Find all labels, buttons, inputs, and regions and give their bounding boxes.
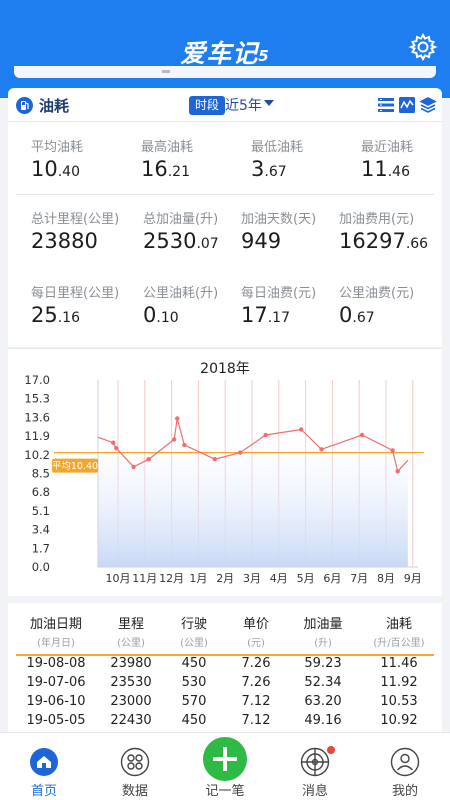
chart-svg[interactable]: 2018年 17.0 15.3 13.6 11.9 10.2 8.5 6.8 5.1 3.4 1.7… (8, 349, 442, 597)
chevron-down-icon[interactable] (264, 100, 274, 106)
data-point (319, 447, 324, 452)
data-point (212, 457, 218, 462)
notification-dot (327, 746, 335, 754)
stat-km-fuel: 公里油耗(升) 0.10 (143, 286, 219, 327)
y-tick-label: 13.6 (24, 410, 50, 424)
data-point (390, 448, 395, 453)
data-point (175, 416, 180, 421)
app-header: 爱车记5 (0, 0, 450, 98)
consumption-chart[interactable]: 2018年 17.0 15.3 13.6 11.9 10.2 8.5 6.8 5.1 3.4 1.7… (8, 348, 442, 596)
radar-icon (300, 747, 330, 777)
x-tick-label: 4月 (270, 572, 288, 585)
stat-total-mileage: 总计里程(公里) 23880 (31, 212, 120, 253)
section-title: 油耗 (39, 97, 70, 115)
fuel-section-header: 油耗 时段 近5年 (8, 88, 442, 122)
layers-icon[interactable] (419, 96, 437, 114)
col-price: 单价 (元) (242, 617, 269, 649)
app-logo: 爱车记5 (180, 39, 270, 68)
x-tick-label: 1月 (189, 572, 207, 585)
x-tick-label: 8月 (377, 572, 395, 585)
grid-icon (120, 747, 150, 777)
col-mileage: 里程 (公里) (117, 617, 145, 649)
chart-view-icon[interactable] (398, 96, 416, 114)
y-tick-label: 10.2 (24, 448, 50, 462)
stat-refuel-days: 加油天数(天) 949 (241, 212, 317, 253)
stats-panel: 平均油耗 10.40 最高油耗 16.21 最低油耗 3.67 最近油耗 11.… (8, 122, 442, 347)
tab-home[interactable]: 首页 (9, 733, 79, 800)
y-tick-label: 11.9 (24, 429, 50, 443)
table-row[interactable]: 19-07-06 23530 530 7.26 52.34 11.92 (8, 675, 442, 694)
gear-icon[interactable] (408, 32, 438, 62)
home-icon (30, 748, 58, 776)
stat-daily-fuel-cost: 每日油费(元) 17.17 (241, 286, 317, 327)
chart-title: 2018年 (200, 361, 250, 377)
col-date: 加油日期 (年月日) (29, 617, 82, 649)
y-tick-label: 17.0 (24, 373, 50, 387)
fuel-pump-icon (16, 97, 33, 114)
y-tick-label: 6.8 (32, 485, 50, 499)
stat-recent-consumption: 最近油耗 11.46 (361, 140, 414, 181)
person-icon (390, 747, 420, 777)
data-point (182, 442, 187, 448)
x-tick-label: 9月 (404, 572, 422, 585)
y-tick-label: 3.4 (32, 523, 50, 537)
x-tick-label: 11月 (132, 572, 157, 585)
stat-fuel-cost: 加油费用(元) 16297.66 (339, 212, 429, 253)
stat-avg-consumption: 平均油耗 10.40 (31, 140, 84, 181)
y-tick-label: 5.1 (32, 504, 50, 518)
col-distance: 行驶 (公里) (180, 617, 208, 649)
x-tick-label: 10月 (106, 572, 131, 585)
list-view-icon[interactable] (377, 96, 395, 114)
x-tick-label: 2月 (216, 572, 234, 585)
table-header: 加油日期 (年月日) 里程 (公里) 行驶 (公里) 单价 (元) 加油量 (升) 油耗(… (8, 613, 442, 659)
y-tick-label: 8.5 (32, 467, 50, 481)
average-label: 平均10.40 (52, 460, 98, 472)
data-point (263, 432, 268, 438)
table-row[interactable]: 19-08-08 23980 450 7.26 59.23 11.46 (8, 656, 442, 675)
col-consumption: 油耗 (升/百公里) (373, 617, 425, 649)
y-tick-label: 15.3 (24, 392, 50, 406)
x-tick-label: 3月 (243, 572, 261, 585)
tab-messages[interactable]: 消息 (280, 733, 350, 800)
divider (16, 194, 434, 195)
x-tick-label: 5月 (297, 572, 315, 585)
data-point (359, 432, 365, 438)
x-tick-label: 12月 (159, 572, 184, 585)
y-tick-label: 1.7 (32, 541, 50, 555)
table-row[interactable]: 19-05-05 22430 450 7.12 49.16 10.92 (8, 713, 442, 732)
stat-total-fuel: 总加油量(升) 2530.07 (143, 212, 219, 253)
period-selector[interactable]: 近5年 (225, 95, 262, 115)
add-record-button[interactable] (203, 737, 247, 781)
x-tick-label: 6月 (323, 572, 341, 585)
data-point (238, 450, 243, 455)
data-point (395, 469, 400, 474)
stat-min-consumption: 最低油耗 3.67 (251, 140, 304, 181)
data-point (114, 446, 119, 451)
period-tag: 时段 (189, 96, 226, 115)
data-point (146, 457, 151, 462)
data-point (171, 437, 177, 442)
tab-data[interactable]: 数据 (100, 733, 170, 800)
x-tick-label: 7月 (350, 572, 368, 585)
data-point (131, 464, 136, 470)
refuel-table: 加油日期 (年月日) 里程 (公里) 行驶 (公里) 单价 (元) 加油量 (升) 油耗(… (8, 603, 442, 733)
stat-daily-mileage: 每日里程(公里) 25.16 (31, 286, 120, 327)
table-row[interactable]: 19-06-10 23000 570 7.12 63.20 10.53 (8, 694, 442, 713)
stat-max-consumption: 最高油耗 16.21 (141, 140, 194, 181)
col-volume: 加油量 (升) (303, 617, 343, 649)
stat-km-fuel-cost: 公里油费(元) 0.67 (339, 286, 415, 327)
y-tick-label: 0.0 (32, 560, 50, 574)
data-point (111, 440, 116, 445)
data-point (298, 427, 304, 432)
header-notch (14, 66, 436, 78)
tab-profile[interactable]: 我的 (370, 733, 440, 800)
